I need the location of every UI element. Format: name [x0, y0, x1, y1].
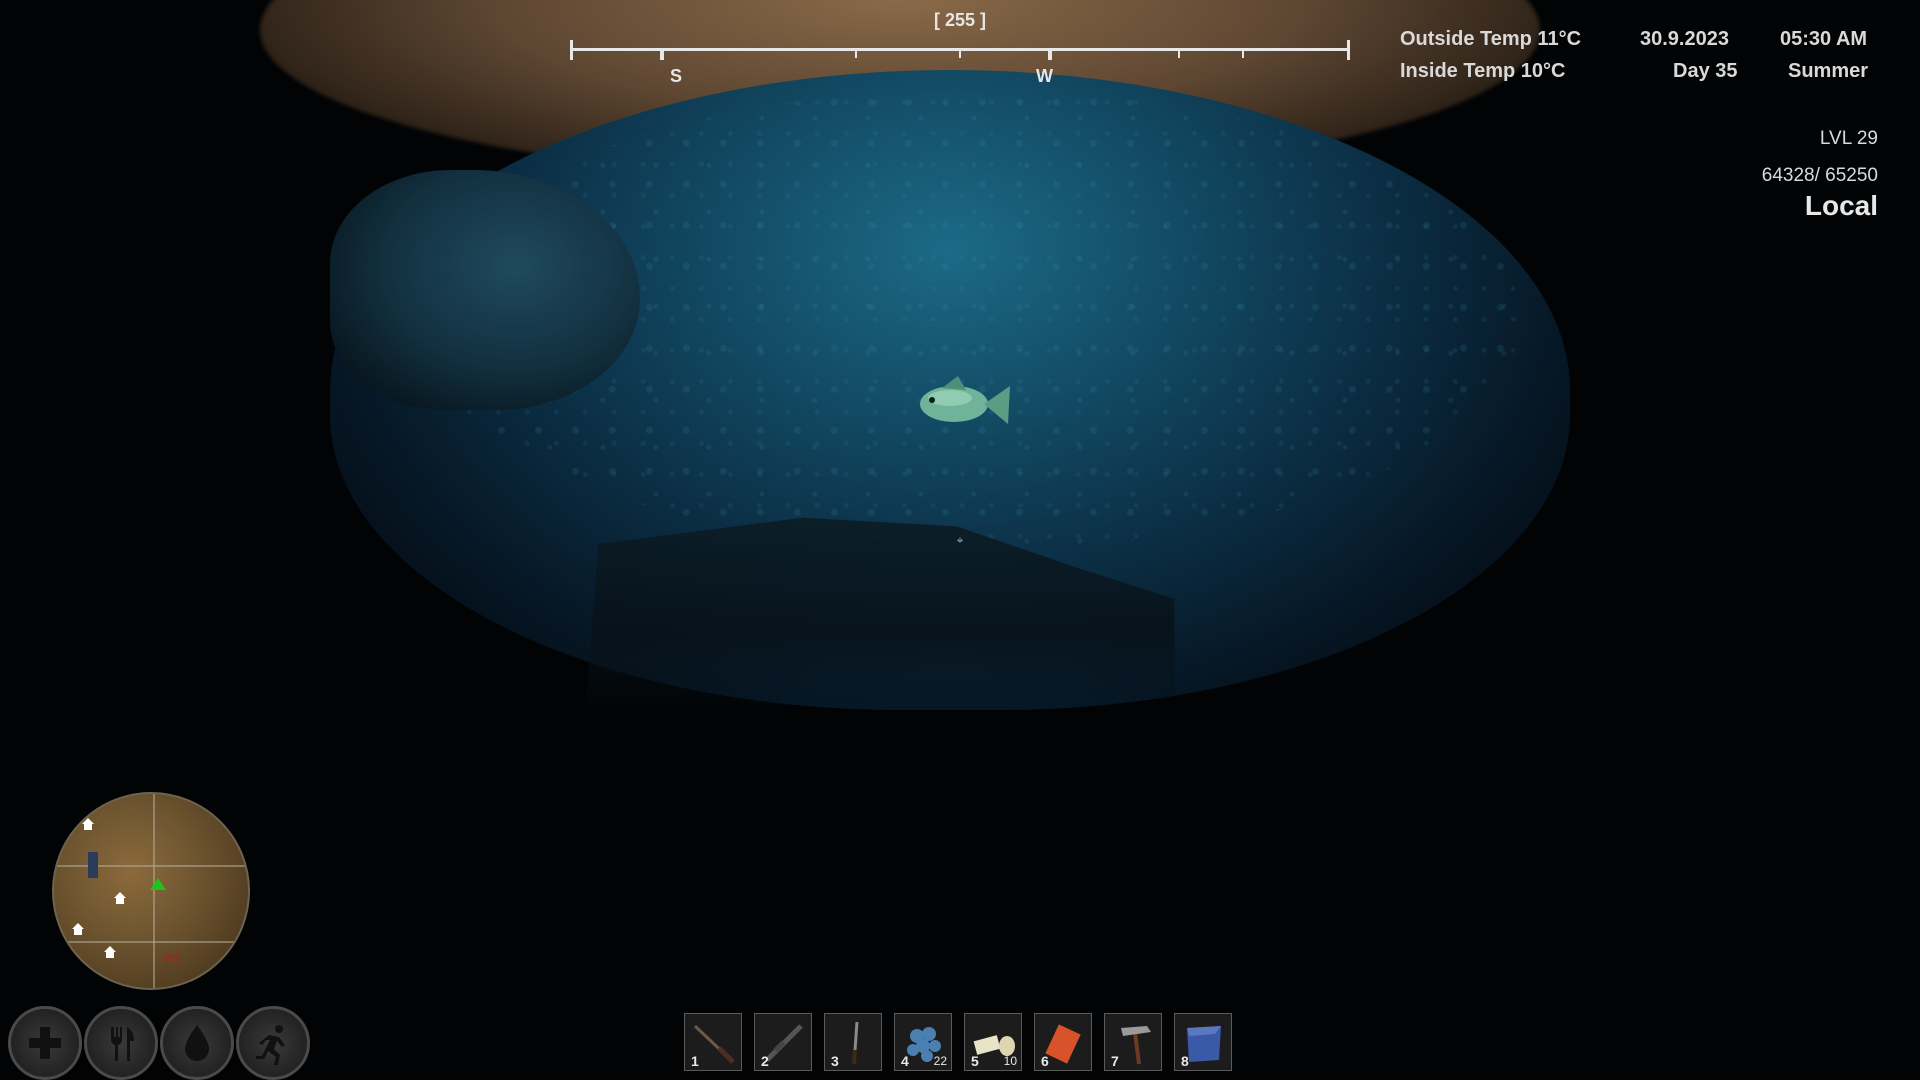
slot-number: 4: [901, 1053, 909, 1069]
fish[interactable]: [912, 372, 1012, 442]
house-icon: [82, 818, 94, 830]
slot-number: 3: [831, 1053, 839, 1069]
compass-dir-south: S: [670, 66, 683, 86]
crosshair-icon: ⌖: [956, 533, 964, 547]
compass-tick: [1048, 48, 1052, 60]
slot-quantity: 10: [1003, 1054, 1017, 1068]
slot-quantity: 22: [933, 1054, 947, 1068]
player-level: LVL 29: [1819, 128, 1878, 149]
stamina-status: [236, 1006, 310, 1080]
slot-number: 2: [761, 1053, 769, 1069]
slot-number: 6: [1041, 1053, 1049, 1069]
date: 30.9.2023: [1640, 28, 1729, 50]
hunger-status: [84, 1006, 158, 1080]
game-viewport: ⌖: [0, 0, 1920, 1080]
thirst-status: [160, 1006, 234, 1080]
server-name: Local: [1804, 190, 1878, 221]
hotbar-slot-6[interactable]: 6: [1034, 1013, 1092, 1071]
compass-heading: [ 255 ]: [933, 10, 987, 30]
hotbar-slot-3[interactable]: 3: [824, 1013, 882, 1071]
compass-tick: [1178, 48, 1180, 58]
hotbar-slot-7[interactable]: 7: [1104, 1013, 1162, 1071]
compass: [ 255 ] S W: [570, 8, 1350, 88]
hotbar-slot-4[interactable]: 4 22: [894, 1013, 952, 1071]
clock-time: 05:30 AM: [1780, 28, 1868, 50]
stamina-icon: [256, 1025, 285, 1065]
outside-temp: Outside Temp 11°C: [1400, 28, 1582, 50]
player-marker-icon: [150, 878, 166, 890]
hotbar-slot-2[interactable]: 2: [754, 1013, 812, 1071]
season: Summer: [1788, 60, 1869, 82]
compass-tick: [1242, 48, 1244, 58]
slot-number: 8: [1181, 1053, 1189, 1069]
slot-number: 5: [971, 1053, 979, 1069]
compass-tick: [959, 48, 961, 58]
hotbar-slot-1[interactable]: 1: [684, 1013, 742, 1071]
thirst-icon: [185, 1025, 209, 1061]
compass-tick: [660, 48, 664, 60]
slot-number: 7: [1111, 1053, 1119, 1069]
player-xp: 64328/ 65250: [1761, 165, 1878, 186]
hotbar-slot-8[interactable]: 8: [1174, 1013, 1232, 1071]
house-icon: [114, 892, 126, 904]
slot-number: 1: [691, 1053, 699, 1069]
compass-dir-west: W: [1036, 66, 1053, 86]
hotbar-slot-5[interactable]: 5 10: [964, 1013, 1022, 1071]
house-icon: [104, 946, 116, 958]
minimap[interactable]: [52, 792, 250, 990]
health-status: [8, 1006, 82, 1080]
minimap-terrain: [54, 794, 248, 988]
health-icon: [29, 1027, 61, 1059]
inside-temp: Inside Temp 10°C: [1400, 60, 1566, 82]
compass-end-right: [1347, 40, 1350, 60]
day-count: Day 35: [1673, 60, 1738, 82]
compass-tick: [855, 48, 857, 58]
house-icon: [72, 923, 84, 935]
hunger-icon: [111, 1027, 134, 1061]
